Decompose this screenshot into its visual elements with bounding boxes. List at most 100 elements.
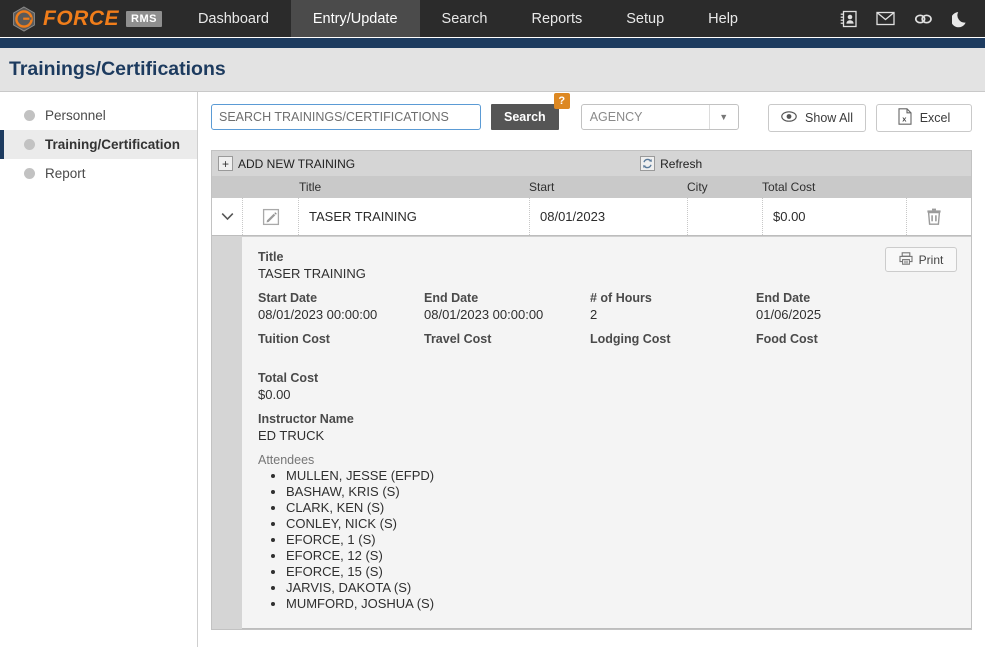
- row-start-date: 08/01/2023: [529, 198, 687, 235]
- page-body: Personnel Training/Certification Report …: [0, 92, 985, 647]
- list-item: CLARK, KEN (S): [286, 500, 955, 516]
- field-label: Food Cost: [756, 332, 922, 346]
- link-icon[interactable]: [914, 12, 933, 26]
- show-all-button[interactable]: Show All: [768, 104, 866, 132]
- nav-item-help[interactable]: Help: [686, 0, 760, 37]
- detail-spacer: [258, 358, 955, 371]
- detail-left-gutter: [212, 236, 242, 629]
- trainings-grid-panel: + ADD NEW TRAINING Refresh: [211, 150, 972, 630]
- detail-field-hours: # of Hours 2: [590, 291, 756, 322]
- refresh-label: Refresh: [660, 157, 702, 171]
- list-item: EFORCE, 15 (S): [286, 564, 955, 580]
- nav-item-dashboard[interactable]: Dashboard: [176, 0, 291, 37]
- field-value: 08/01/2023 00:00:00: [258, 307, 424, 322]
- brand-logo[interactable]: FORCE RMS: [0, 0, 176, 37]
- sidebar-item-label: Training/Certification: [45, 137, 180, 152]
- refresh-button[interactable]: Refresh: [640, 156, 702, 171]
- sidebar-item-report[interactable]: Report: [0, 159, 197, 188]
- field-value: 08/01/2023 00:00:00: [424, 307, 590, 322]
- detail-field-lodging-cost: Lodging Cost: [590, 332, 756, 348]
- grid-col-title[interactable]: Title: [299, 180, 529, 194]
- search-toolbar: Search ? AGENCY ▼ Show All: [211, 104, 972, 142]
- detail-field-travel-cost: Travel Cost: [424, 332, 590, 348]
- detail-row-costs: Tuition Cost Travel Cost Lodging Cost: [258, 332, 955, 348]
- search-button[interactable]: Search: [491, 104, 559, 130]
- list-item: BASHAW, KRIS (S): [286, 484, 955, 500]
- field-label: Instructor Name: [258, 412, 955, 426]
- nav-item-setup[interactable]: Setup: [604, 0, 686, 37]
- toolbar-right-actions: Show All x Excel: [768, 104, 972, 132]
- nav-item-entry-update[interactable]: Entry/Update: [291, 0, 420, 37]
- sidebar-item-personnel[interactable]: Personnel: [0, 101, 197, 130]
- field-label: Total Cost: [258, 371, 955, 385]
- print-button[interactable]: Print: [885, 247, 957, 272]
- moon-icon[interactable]: [952, 10, 969, 28]
- contact-card-icon[interactable]: [840, 10, 857, 28]
- detail-title-block: Title TASER TRAINING: [258, 250, 955, 281]
- grid-header-row: Title Start City Total Cost: [212, 176, 971, 198]
- attendees-list: MULLEN, JESSE (EFPD) BASHAW, KRIS (S) CL…: [258, 468, 955, 612]
- eforce-hex-logo-icon: [12, 6, 36, 32]
- detail-row-dates: Start Date 08/01/2023 00:00:00 End Date …: [258, 291, 955, 322]
- envelope-icon[interactable]: [876, 11, 895, 26]
- field-label: Start Date: [258, 291, 424, 305]
- excel-file-icon: x: [898, 108, 912, 128]
- nav-icon-group: [840, 0, 985, 37]
- grid-col-city[interactable]: City: [687, 180, 762, 194]
- list-item: MULLEN, JESSE (EFPD): [286, 468, 955, 484]
- detail-field-end-date: End Date 08/01/2023 00:00:00: [424, 291, 590, 322]
- page-title: Trainings/Certifications: [0, 58, 226, 81]
- detail-field-start-date: Start Date 08/01/2023 00:00:00: [258, 291, 424, 322]
- bullet-icon: [24, 139, 35, 150]
- detail-title-value: TASER TRAINING: [258, 266, 955, 281]
- row-title: TASER TRAINING: [299, 198, 529, 235]
- field-value: 2: [590, 307, 756, 322]
- excel-label: Excel: [920, 111, 951, 125]
- plus-icon: +: [218, 156, 233, 171]
- grid-col-start[interactable]: Start: [529, 180, 687, 194]
- sidebar-item-label: Report: [45, 166, 86, 181]
- list-item: EFORCE, 12 (S): [286, 548, 955, 564]
- list-item: JARVIS, DAKOTA (S): [286, 580, 955, 596]
- nav-item-search[interactable]: Search: [420, 0, 510, 37]
- help-question-icon[interactable]: ?: [554, 93, 570, 109]
- search-input[interactable]: [211, 104, 481, 130]
- row-total-cost: $0.00: [762, 198, 906, 235]
- detail-field-total-cost: Total Cost $0.00: [258, 371, 955, 402]
- attendees-label: Attendees: [258, 453, 955, 467]
- detail-field-end-date-2: End Date 01/06/2025: [756, 291, 922, 322]
- detail-field-tuition-cost: Tuition Cost: [258, 332, 424, 348]
- row-expand-chevron-down-icon[interactable]: [212, 198, 242, 235]
- field-label: Travel Cost: [424, 332, 590, 346]
- row-delete-cell: [906, 198, 960, 235]
- field-value: $0.00: [258, 387, 955, 402]
- search-button-wrapper: Search ?: [491, 104, 559, 130]
- detail-title-label: Title: [258, 250, 955, 264]
- show-all-label: Show All: [805, 111, 853, 125]
- trash-icon[interactable]: [926, 208, 942, 226]
- agency-dropdown[interactable]: AGENCY ▼: [581, 104, 739, 130]
- list-item: MUMFORD, JOSHUA (S): [286, 596, 955, 612]
- sidebar-item-label: Personnel: [45, 108, 106, 123]
- grid-col-total-cost[interactable]: Total Cost: [762, 180, 906, 194]
- svg-text:x: x: [902, 114, 907, 123]
- edit-pencil-icon[interactable]: [262, 208, 280, 226]
- list-item: EFORCE, 1 (S): [286, 532, 955, 548]
- sidebar: Personnel Training/Certification Report: [0, 92, 198, 647]
- field-label: End Date: [756, 291, 922, 305]
- field-value: ED TRUCK: [258, 428, 955, 443]
- printer-icon: [899, 252, 913, 268]
- grid-action-bar: + ADD NEW TRAINING Refresh: [212, 151, 971, 176]
- nav-item-reports[interactable]: Reports: [509, 0, 604, 37]
- expanded-detail-wrapper: Print Title TASER TRAINING Start Date 08…: [212, 236, 971, 629]
- sidebar-item-training-certification[interactable]: Training/Certification: [0, 130, 197, 159]
- excel-export-button[interactable]: x Excel: [876, 104, 972, 132]
- eye-icon: [781, 111, 797, 125]
- add-new-training-button[interactable]: + ADD NEW TRAINING: [218, 156, 355, 171]
- nav-items: Dashboard Entry/Update Search Reports Se…: [176, 0, 760, 37]
- add-new-training-label: ADD NEW TRAINING: [238, 157, 355, 171]
- agency-dropdown-value: AGENCY: [582, 110, 709, 124]
- detail-field-food-cost: Food Cost: [756, 332, 922, 348]
- main-content: Search ? AGENCY ▼ Show All: [198, 92, 985, 647]
- table-row[interactable]: TASER TRAINING 08/01/2023 $0.00: [212, 198, 971, 236]
